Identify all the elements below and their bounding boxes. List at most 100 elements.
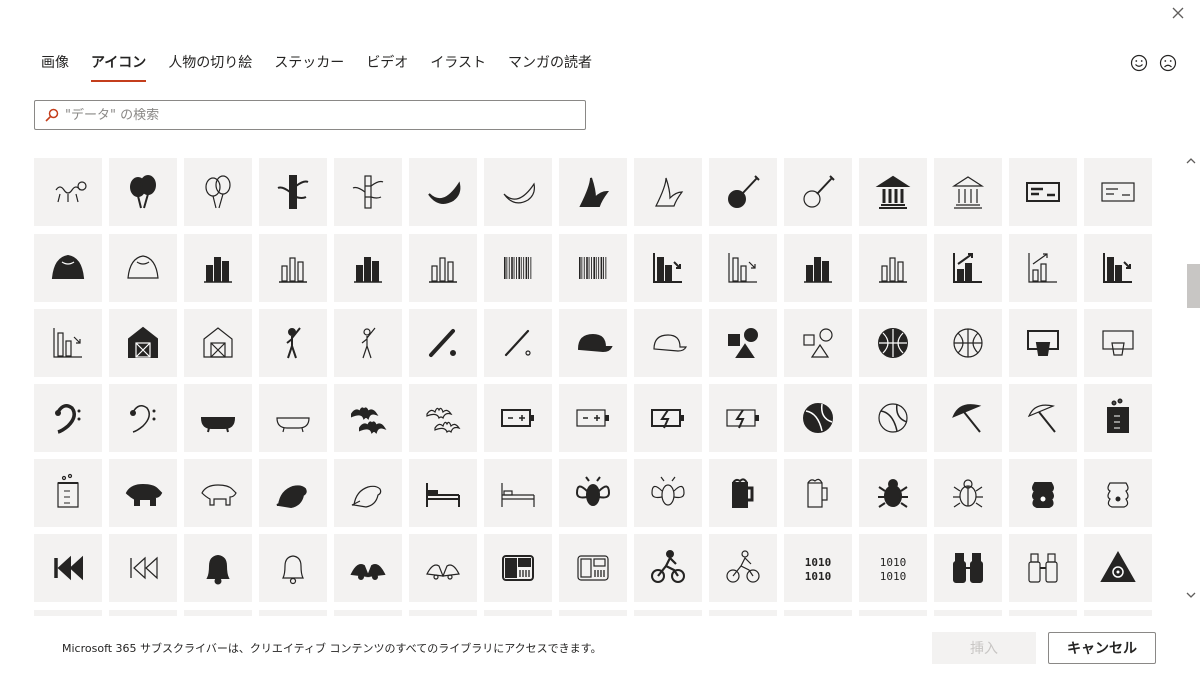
icon-tile[interactable] bbox=[34, 309, 102, 377]
frown-feedback-icon[interactable] bbox=[1158, 53, 1178, 73]
icon-tile[interactable] bbox=[184, 309, 252, 377]
icon-tile[interactable] bbox=[484, 309, 552, 377]
icon-tile[interactable] bbox=[1084, 384, 1152, 452]
icon-tile[interactable] bbox=[334, 534, 402, 602]
icon-tile[interactable] bbox=[109, 309, 177, 377]
tab-comic-people[interactable]: マンガの読者 bbox=[508, 50, 592, 84]
icon-tile[interactable] bbox=[259, 459, 327, 527]
icon-tile[interactable] bbox=[484, 384, 552, 452]
icon-tile[interactable] bbox=[559, 610, 627, 616]
icon-tile[interactable] bbox=[634, 384, 702, 452]
icon-tile[interactable] bbox=[709, 309, 777, 377]
icon-tile[interactable] bbox=[184, 459, 252, 527]
icon-tile[interactable] bbox=[1084, 158, 1152, 226]
icon-tile[interactable] bbox=[409, 234, 477, 302]
icon-tile[interactable] bbox=[1009, 234, 1077, 302]
icon-tile[interactable] bbox=[409, 309, 477, 377]
icon-tile[interactable] bbox=[559, 384, 627, 452]
icon-tile[interactable] bbox=[184, 158, 252, 226]
icon-tile[interactable] bbox=[1084, 309, 1152, 377]
icon-tile[interactable] bbox=[1009, 309, 1077, 377]
tab-stickers[interactable]: ステッカー bbox=[274, 50, 344, 84]
icon-tile[interactable] bbox=[709, 610, 777, 616]
icon-tile[interactable] bbox=[259, 234, 327, 302]
tab-images[interactable]: 画像 bbox=[41, 50, 69, 84]
icon-tile[interactable] bbox=[634, 158, 702, 226]
icon-tile[interactable] bbox=[934, 158, 1002, 226]
icon-tile[interactable] bbox=[184, 384, 252, 452]
icon-tile[interactable] bbox=[859, 234, 927, 302]
icon-tile[interactable] bbox=[784, 234, 852, 302]
icon-tile[interactable] bbox=[334, 459, 402, 527]
icon-tile[interactable] bbox=[334, 158, 402, 226]
icon-tile[interactable] bbox=[559, 534, 627, 602]
icon-tile[interactable] bbox=[709, 459, 777, 527]
icon-tile[interactable] bbox=[184, 234, 252, 302]
icon-tile[interactable] bbox=[484, 459, 552, 527]
icon-tile[interactable]: 1010 1010 bbox=[859, 534, 927, 602]
icon-tile[interactable] bbox=[34, 534, 102, 602]
icon-tile[interactable] bbox=[784, 384, 852, 452]
icon-tile[interactable] bbox=[259, 309, 327, 377]
icon-tile[interactable] bbox=[934, 459, 1002, 527]
icon-tile[interactable] bbox=[334, 309, 402, 377]
icon-tile[interactable]: 1010 1010 bbox=[784, 534, 852, 602]
search-input[interactable] bbox=[65, 107, 565, 123]
icon-tile[interactable] bbox=[934, 309, 1002, 377]
icon-tile[interactable] bbox=[1009, 384, 1077, 452]
close-button[interactable] bbox=[1168, 3, 1188, 23]
icon-tile[interactable] bbox=[709, 534, 777, 602]
icon-tile[interactable] bbox=[409, 158, 477, 226]
icon-tile[interactable] bbox=[859, 158, 927, 226]
icon-tile[interactable] bbox=[109, 610, 177, 616]
icon-tile[interactable] bbox=[934, 234, 1002, 302]
icon-tile[interactable] bbox=[784, 610, 852, 616]
icon-tile[interactable] bbox=[784, 309, 852, 377]
scroll-up-icon[interactable] bbox=[1184, 154, 1198, 168]
icon-tile[interactable] bbox=[634, 610, 702, 616]
tab-illustrations[interactable]: イラスト bbox=[430, 50, 486, 84]
icon-tile[interactable] bbox=[484, 234, 552, 302]
icon-tile[interactable] bbox=[559, 459, 627, 527]
icon-tile[interactable] bbox=[1084, 534, 1152, 602]
icon-tile[interactable] bbox=[709, 158, 777, 226]
icon-tile[interactable] bbox=[709, 384, 777, 452]
scrollbar-thumb[interactable] bbox=[1187, 264, 1200, 308]
icon-tile[interactable] bbox=[484, 534, 552, 602]
icon-tile[interactable] bbox=[109, 384, 177, 452]
icon-tile[interactable] bbox=[259, 158, 327, 226]
icon-tile[interactable] bbox=[1009, 459, 1077, 527]
icon-tile[interactable] bbox=[109, 158, 177, 226]
insert-button[interactable]: 挿入 bbox=[932, 632, 1036, 664]
icon-tile[interactable] bbox=[1009, 610, 1077, 616]
icon-tile[interactable] bbox=[34, 610, 102, 616]
search-box[interactable] bbox=[34, 100, 586, 130]
icon-tile[interactable] bbox=[784, 459, 852, 527]
icon-tile[interactable] bbox=[634, 309, 702, 377]
icon-tile[interactable] bbox=[184, 610, 252, 616]
icon-tile[interactable] bbox=[409, 534, 477, 602]
icon-tile[interactable] bbox=[409, 610, 477, 616]
icon-tile[interactable] bbox=[859, 384, 927, 452]
tab-cutout-people[interactable]: 人物の切り絵 bbox=[168, 50, 252, 84]
icon-tile[interactable] bbox=[34, 384, 102, 452]
icon-tile[interactable] bbox=[559, 309, 627, 377]
icon-tile[interactable] bbox=[109, 534, 177, 602]
icon-tile[interactable] bbox=[334, 610, 402, 616]
icon-tile[interactable] bbox=[184, 534, 252, 602]
cancel-button[interactable]: キャンセル bbox=[1048, 632, 1156, 664]
icon-tile[interactable] bbox=[934, 534, 1002, 602]
icon-tile[interactable] bbox=[934, 610, 1002, 616]
icon-tile[interactable] bbox=[709, 234, 777, 302]
icon-tile[interactable] bbox=[409, 459, 477, 527]
icon-tile[interactable] bbox=[1084, 459, 1152, 527]
icon-tile[interactable] bbox=[109, 459, 177, 527]
icon-tile[interactable] bbox=[559, 234, 627, 302]
icon-tile[interactable] bbox=[334, 234, 402, 302]
icon-tile[interactable] bbox=[34, 234, 102, 302]
icon-tile[interactable] bbox=[859, 309, 927, 377]
tab-icons[interactable]: アイコン bbox=[91, 50, 147, 84]
icon-tile[interactable] bbox=[1009, 158, 1077, 226]
icon-tile[interactable] bbox=[259, 610, 327, 616]
icon-tile[interactable] bbox=[859, 610, 927, 616]
